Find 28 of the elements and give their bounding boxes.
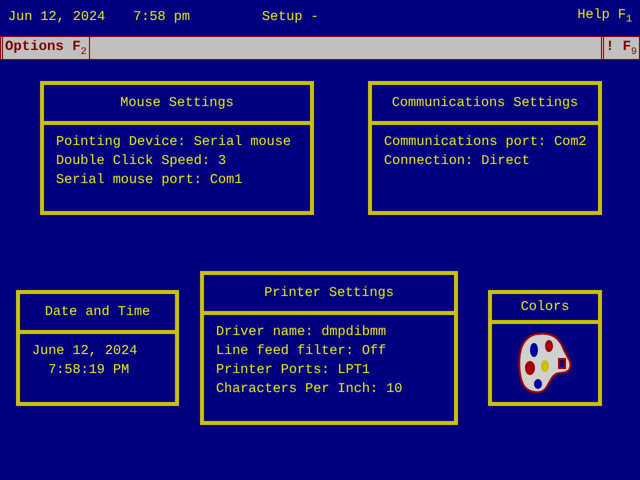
settings-panel[interactable]: Communications Settings Communications port: Com2 Connection: Direct <box>368 81 602 215</box>
panel-title: Colors <box>520 300 570 314</box>
exit-menu[interactable]: ! F$_{9}$ <box>600 37 640 59</box>
palette-icon <box>518 332 572 394</box>
options-menu[interactable]: Options F$_{2}$ <box>0 37 90 59</box>
setting-text: Pointing Device: Serial mouse <box>56 134 291 152</box>
settings-panel[interactable]: Mouse Settings Pointing Device: Serial mouse Double Click Speed: 3 Serial mouse port: Com1 <box>40 81 314 215</box>
setting-text: 7:58:19 PM <box>47 362 130 380</box>
setting-text: Line feed filter: Off <box>216 343 386 361</box>
date-text: Jun 12, 2024 <box>8 10 106 24</box>
setting-text: June 12, 2024 <box>32 343 138 361</box>
setting-text: Connection: Direct <box>384 153 530 171</box>
settings-panel[interactable]: Printer Settings Driver name: dmpdibmm Line feed filter: Off Printer Ports: LPT1 Characters Per Inch: 10 <box>200 271 458 425</box>
panel-title: Communications Settings <box>392 96 578 110</box>
panel-title: Printer Settings <box>264 286 394 300</box>
setting-text: Characters Per Inch: 10 <box>216 381 402 399</box>
window-title: Setup - <box>262 10 319 24</box>
time-text: 7:58 pm <box>133 10 190 24</box>
setting-text: Serial mouse port: Com1 <box>56 172 242 190</box>
panel-title: Mouse Settings <box>120 96 234 110</box>
settings-panel[interactable]: Colors <box>488 290 602 406</box>
setting-text: Double Click Speed: 3 <box>56 153 226 171</box>
settings-panel[interactable]: Date and Time June 12, 2024 7:58:19 PM <box>16 290 179 406</box>
panel-title: Date and Time <box>44 304 150 320</box>
setting-text: Driver name: dmpdibmm <box>216 324 386 342</box>
setting-text: Printer Ports: LPT1 <box>216 362 370 380</box>
help-menu[interactable]: Help F$_{1}$ <box>577 8 632 26</box>
setting-text: Communications port: Com2 <box>384 134 587 152</box>
